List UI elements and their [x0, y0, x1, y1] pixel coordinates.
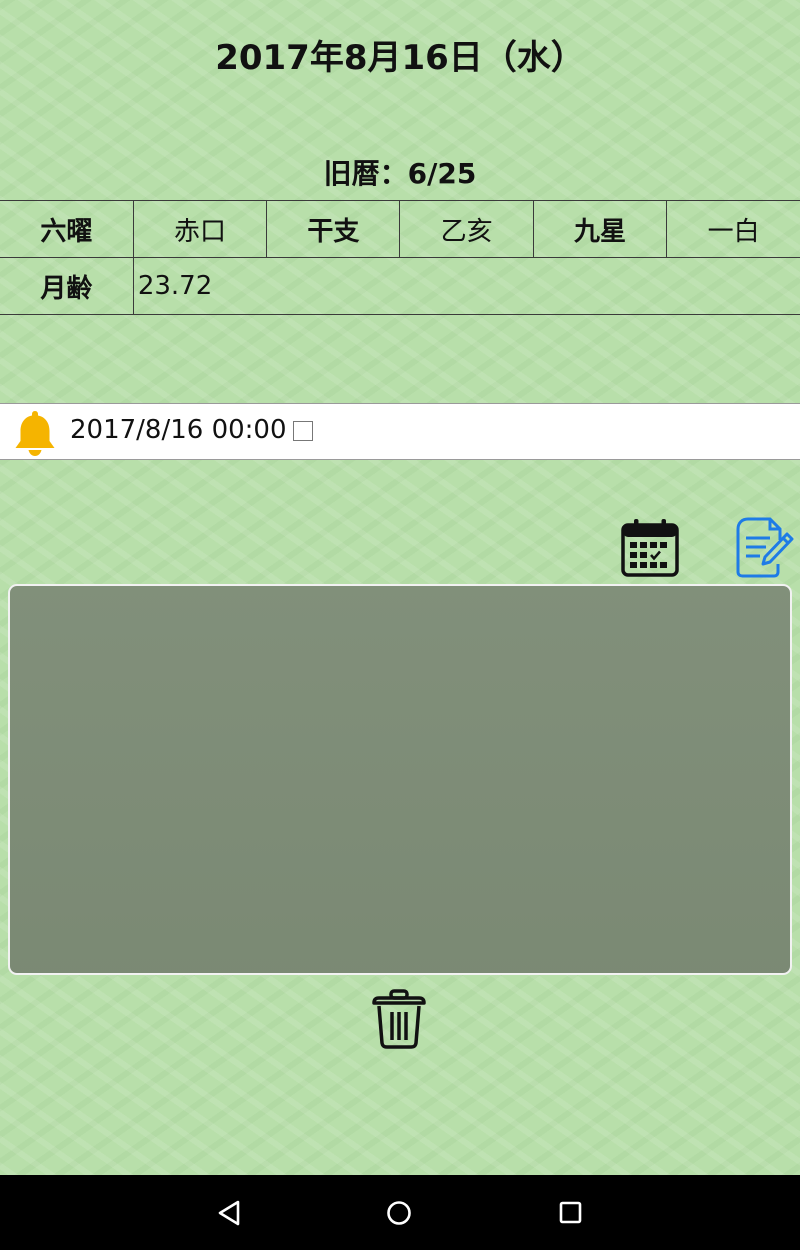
kanshi-label: 干支 — [266, 200, 401, 258]
edit-icon[interactable] — [734, 516, 794, 578]
alarm-datetime[interactable]: 2017/8/16 00:00 — [70, 415, 287, 445]
trash-icon[interactable] — [370, 988, 428, 1050]
kyusei-label: 九星 — [532, 200, 668, 258]
calendar-info-table: 六曜 赤口 干支 乙亥 九星 一白 月齢 23.72 — [0, 200, 800, 315]
system-nav-bar — [0, 1175, 800, 1250]
recents-icon[interactable] — [555, 1199, 585, 1227]
alarm-checkbox[interactable] — [293, 421, 313, 441]
rokuyo-label: 六曜 — [0, 200, 134, 258]
bell-icon — [15, 411, 55, 456]
home-icon[interactable] — [384, 1198, 414, 1228]
table-row: 月齢 23.72 — [0, 257, 800, 315]
moon-age-label: 月齢 — [0, 257, 134, 315]
rokuyo-value: 赤口 — [132, 200, 268, 258]
date-title: 2017年8月16日（水） — [215, 38, 585, 78]
back-icon[interactable] — [214, 1199, 244, 1227]
kyusei-value: 一白 — [666, 200, 800, 258]
calendar-icon[interactable] — [620, 518, 680, 578]
alarm-bar[interactable]: 2017/8/16 00:00 — [0, 403, 800, 460]
memo-textarea[interactable] — [8, 584, 792, 975]
moon-age-value: 23.72 — [132, 257, 800, 315]
kanshi-value: 乙亥 — [399, 200, 534, 258]
lunar-date: 旧暦：6/25 — [323, 157, 477, 190]
table-row: 六曜 赤口 干支 乙亥 九星 一白 — [0, 200, 800, 258]
